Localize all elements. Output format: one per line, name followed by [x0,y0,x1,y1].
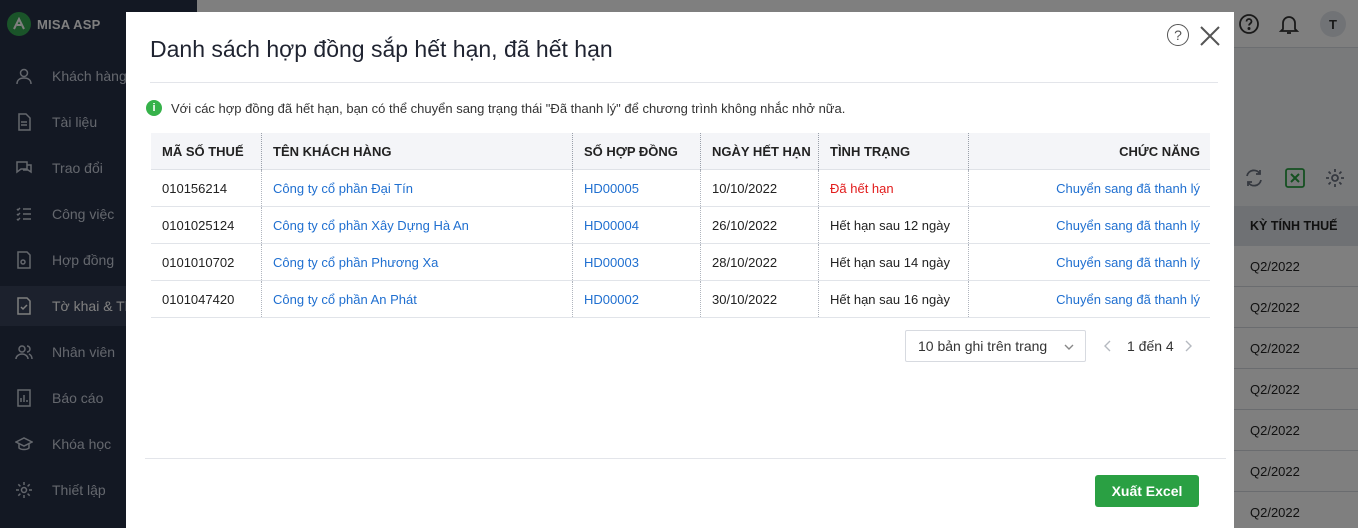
table-row: 0101010702 Công ty cổ phần Phương Xa HD0… [151,244,1210,281]
status-cell: Đã hết hạn [819,170,969,206]
tax-code-cell: 0101025124 [151,207,262,243]
status-cell: Hết hạn sau 14 ngày [819,244,969,280]
expiring-contracts-dialog: Danh sách hợp đồng sắp hết hạn, đã hết h… [126,12,1234,528]
close-icon[interactable] [1198,24,1222,48]
liquidate-action-link[interactable]: Chuyển sang đã thanh lý [969,207,1210,243]
help-icon[interactable]: ? [1167,24,1189,46]
liquidate-action-link[interactable]: Chuyển sang đã thanh lý [969,170,1210,206]
column-header-status[interactable]: TÌNH TRẠNG [819,133,969,170]
customer-link[interactable]: Công ty cổ phần Xây Dựng Hà An [262,207,573,243]
page-size-select[interactable]: 10 bản ghi trên trang [905,330,1086,362]
tax-code-cell: 0101010702 [151,244,262,280]
contract-link[interactable]: HD00005 [573,170,701,206]
liquidate-action-link[interactable]: Chuyển sang đã thanh lý [969,244,1210,280]
status-cell: Hết hạn sau 16 ngày [819,281,969,317]
chevron-down-icon [1063,340,1075,352]
customer-link[interactable]: Công ty cổ phần Phương Xa [262,244,573,280]
contract-link[interactable]: HD00004 [573,207,701,243]
column-header-expiry-date[interactable]: NGÀY HẾT HẠN [701,133,819,170]
expiry-date-cell: 28/10/2022 [701,244,819,280]
chevron-left-icon[interactable] [1101,338,1115,354]
expiry-date-cell: 26/10/2022 [701,207,819,243]
tax-code-cell: 010156214 [151,170,262,206]
page-range: 1 đến 4 [1127,338,1174,354]
column-header-action[interactable]: CHỨC NĂNG [969,133,1210,170]
notice-text: Với các hợp đồng đã hết hạn, bạn có thể … [171,100,846,116]
status-cell: Hết hạn sau 12 ngày [819,207,969,243]
customer-link[interactable]: Công ty cổ phần An Phát [262,281,573,317]
table-row: 010156214 Công ty cổ phần Đại Tín HD0000… [151,170,1210,207]
table-header: MÃ SỐ THUẾ TÊN KHÁCH HÀNG SỐ HỢP ĐỒNG NG… [151,133,1210,170]
contract-link[interactable]: HD00003 [573,244,701,280]
table-row: 0101025124 Công ty cổ phần Xây Dựng Hà A… [151,207,1210,244]
column-header-customer[interactable]: TÊN KHÁCH HÀNG [262,133,573,170]
table-row: 0101047420 Công ty cổ phần An Phát HD000… [151,281,1210,318]
export-excel-button[interactable]: Xuất Excel [1095,475,1199,507]
tax-code-cell: 0101047420 [151,281,262,317]
column-header-tax-code[interactable]: MÃ SỐ THUẾ [151,133,262,170]
expiry-date-cell: 10/10/2022 [701,170,819,206]
liquidate-action-link[interactable]: Chuyển sang đã thanh lý [969,281,1210,317]
contracts-table: MÃ SỐ THUẾ TÊN KHÁCH HÀNG SỐ HỢP ĐỒNG NG… [151,133,1210,318]
page-size-label: 10 bản ghi trên trang [918,338,1048,354]
contract-link[interactable]: HD00002 [573,281,701,317]
column-header-contract-no[interactable]: SỐ HỢP ĐỒNG [573,133,701,170]
footer-divider [145,458,1226,459]
notice: i Với các hợp đồng đã hết hạn, bạn có th… [146,100,845,116]
divider [150,82,1218,83]
dialog-title: Danh sách hợp đồng sắp hết hạn, đã hết h… [150,36,613,62]
expiry-date-cell: 30/10/2022 [701,281,819,317]
chevron-right-icon[interactable] [1181,338,1195,354]
customer-link[interactable]: Công ty cổ phần Đại Tín [262,170,573,206]
info-icon: i [146,100,162,116]
